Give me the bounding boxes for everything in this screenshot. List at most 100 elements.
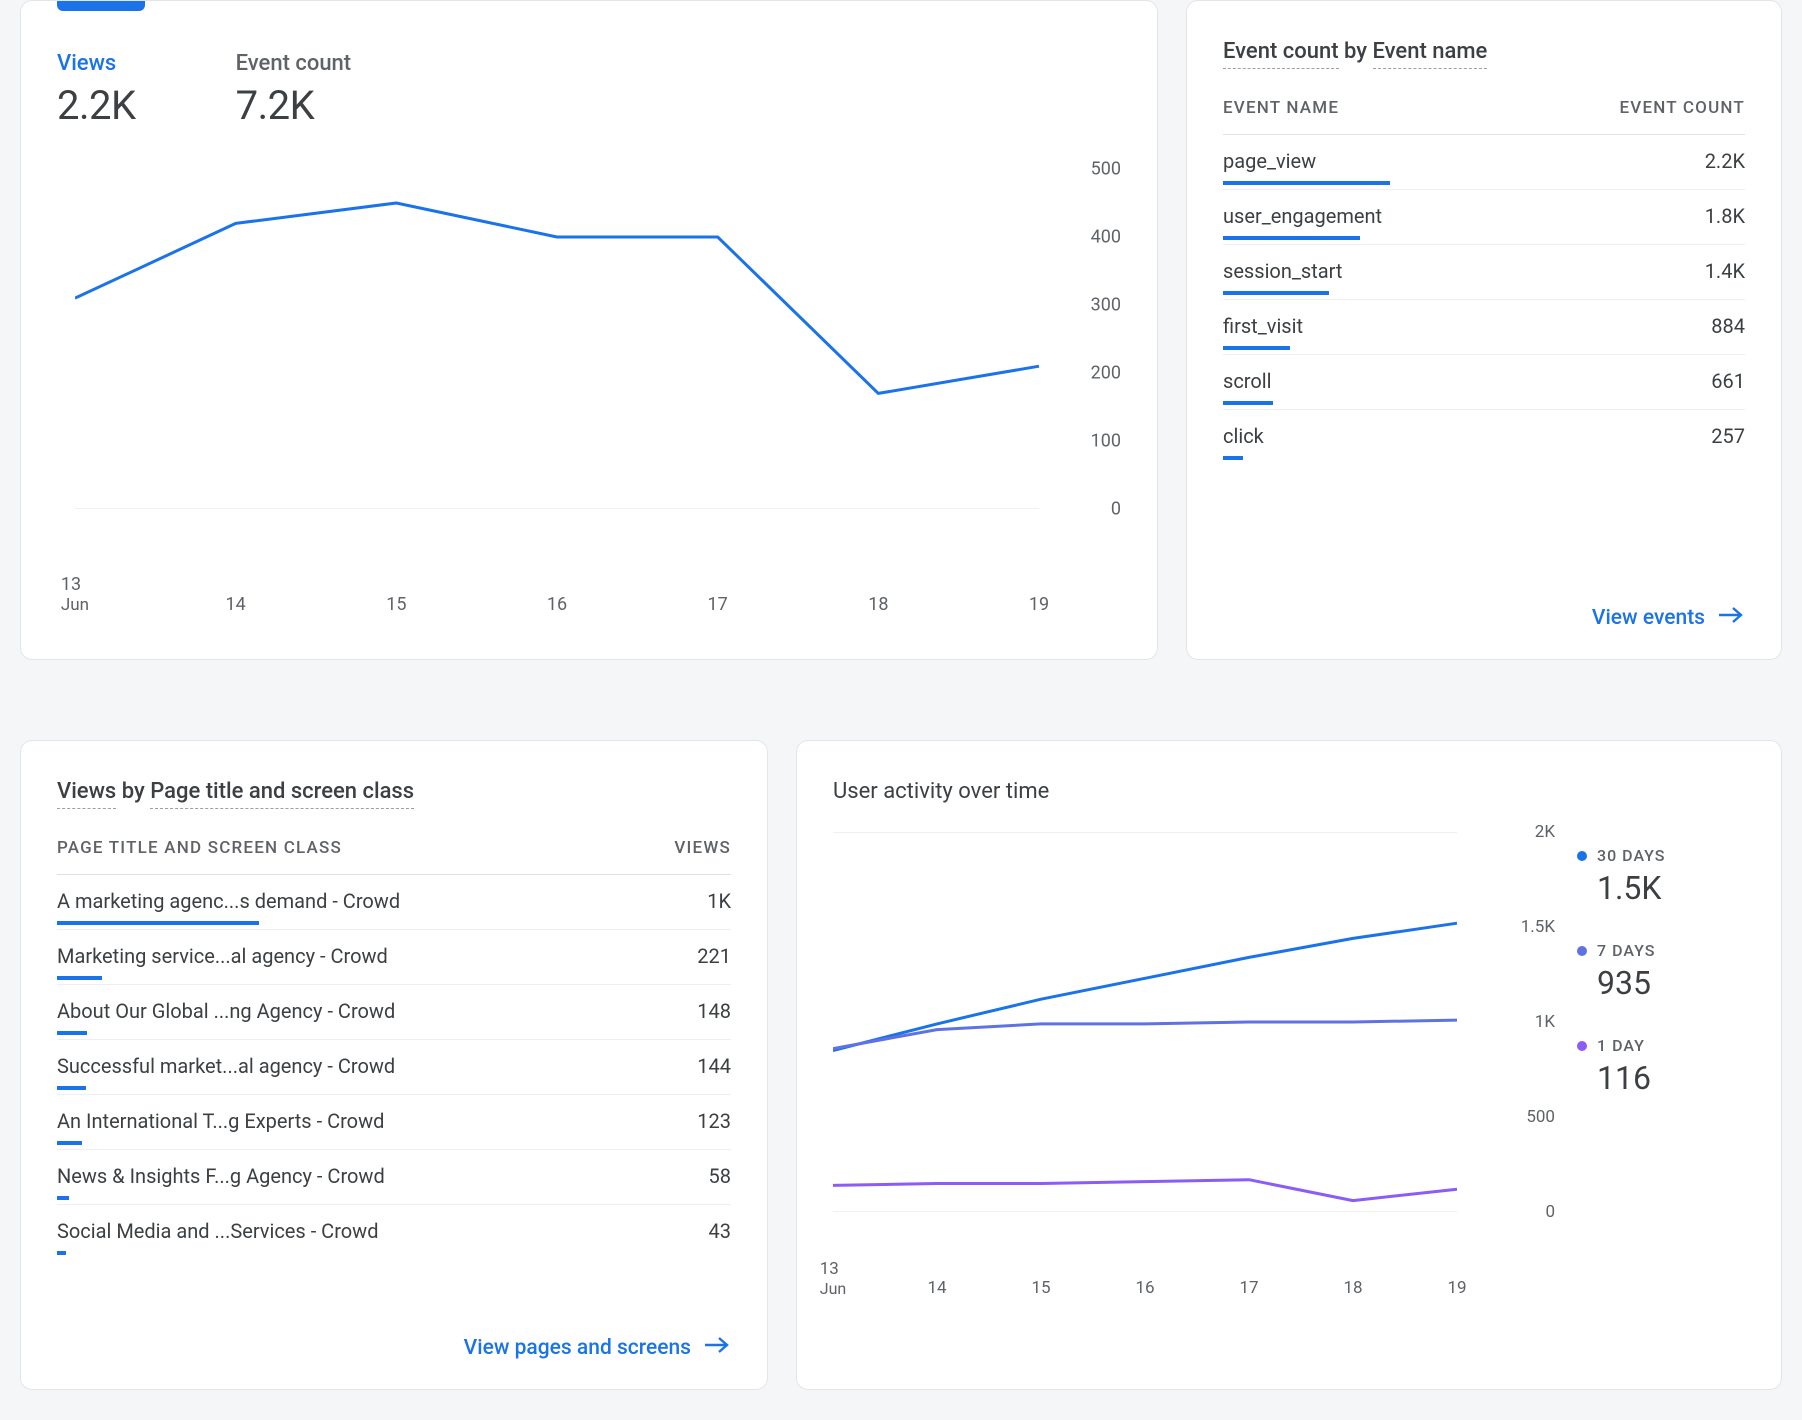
table-row[interactable]: About Our Global ...ng Agency - Crowd148 xyxy=(57,985,731,1040)
x-axis-tick: 19 xyxy=(1447,1278,1466,1298)
row-bar-track xyxy=(1223,401,1745,405)
legend-color-dot xyxy=(1577,1041,1587,1051)
view-events-link[interactable]: View events xyxy=(1592,605,1745,631)
events-table-card: Event count by Event name EVENT NAME EVE… xyxy=(1186,0,1782,660)
row-bar xyxy=(1223,456,1243,460)
table-body: A marketing agenc...s demand - Crowd 1K Ma… xyxy=(57,875,731,1259)
x-axis-tick: 14 xyxy=(927,1278,946,1298)
row-bar-track xyxy=(57,1086,731,1090)
legend-value: 116 xyxy=(1597,1059,1745,1097)
legend-value: 935 xyxy=(1597,964,1745,1002)
table-row[interactable]: News & Insights F...g Agency - Crowd 58 xyxy=(57,1150,731,1205)
row-name: Social Media and ...Services - Crowd xyxy=(57,1219,379,1243)
legend-value: 1.5K xyxy=(1597,869,1745,907)
row-bar xyxy=(1223,291,1329,295)
row-bar xyxy=(1223,181,1390,185)
table-row[interactable]: scroll 661 xyxy=(1223,355,1745,410)
scorecard-label: Views xyxy=(57,51,136,76)
row-name: A marketing agenc...s demand - Crowd xyxy=(57,889,400,913)
row-value: 123 xyxy=(697,1109,731,1133)
views-line-chart: 010020030040050013Jun141516171819 xyxy=(75,169,1111,579)
row-name: News & Insights F...g Agency - Crowd xyxy=(57,1164,385,1188)
row-bar-track xyxy=(1223,456,1745,460)
x-axis-tick: 13Jun xyxy=(61,574,89,615)
legend-item: 1 DAY 116 xyxy=(1577,1036,1745,1097)
row-name: Marketing service...al agency - Crowd xyxy=(57,944,388,968)
arrow-right-icon xyxy=(703,1335,731,1361)
row-bar xyxy=(57,1251,66,1255)
row-bar-track xyxy=(57,1031,731,1035)
metric-name: Views xyxy=(57,779,116,809)
table-row[interactable]: user_engagement1.8K xyxy=(1223,190,1745,245)
pages-table-card: Views by Page title and screen class PAG… xyxy=(20,740,768,1390)
view-pages-link[interactable]: View pages and screens xyxy=(464,1335,731,1361)
row-value: 1K xyxy=(707,889,731,913)
row-bar xyxy=(57,976,102,980)
col-header-value: EVENT COUNT xyxy=(1619,98,1745,118)
metric-name: Event count xyxy=(1223,39,1339,69)
col-header-name: EVENT NAME xyxy=(1223,98,1339,118)
legend-item: 30 DAYS 1.5K xyxy=(1577,846,1745,907)
row-bar-track xyxy=(57,921,731,925)
scorecards: Views 2.2K Event count 7.2K xyxy=(57,51,1121,129)
x-axis-tick: 18 xyxy=(868,594,888,615)
x-axis-tick: 17 xyxy=(1239,1278,1258,1298)
row-value: 43 xyxy=(709,1219,731,1243)
scorecard-views[interactable]: Views 2.2K xyxy=(57,51,136,129)
scorecard-value: 7.2K xyxy=(236,82,352,129)
row-bar-track xyxy=(57,1251,731,1255)
row-bar-track xyxy=(57,1196,731,1200)
table-row[interactable]: first_visit884 xyxy=(1223,300,1745,355)
table-row[interactable]: session_start1.4K xyxy=(1223,245,1745,300)
x-axis-tick: 16 xyxy=(1135,1278,1154,1298)
legend-item: 7 DAYS935 xyxy=(1577,941,1745,1002)
table-row[interactable]: Marketing service...al agency - Crowd 221 xyxy=(57,930,731,985)
table-header: EVENT NAME EVENT COUNT xyxy=(1223,98,1745,135)
y-axis-tick: 0 xyxy=(1111,499,1121,520)
row-value: 257 xyxy=(1711,424,1745,448)
dimension-name: Page title and screen class xyxy=(150,779,414,809)
x-axis-tick: 18 xyxy=(1343,1278,1362,1298)
row-bar xyxy=(57,921,259,925)
row-bar-track xyxy=(1223,181,1745,185)
row-value: 58 xyxy=(709,1164,731,1188)
row-value: 144 xyxy=(697,1054,731,1078)
legend-color-dot xyxy=(1577,851,1587,861)
row-bar-track xyxy=(1223,346,1745,350)
table-row[interactable]: page_view2.2K xyxy=(1223,135,1745,190)
card-title: User activity over time xyxy=(833,779,1745,804)
table-body: page_view2.2Kuser_engagement1.8Ksession_… xyxy=(1223,135,1745,464)
x-axis-tick: 19 xyxy=(1029,594,1049,615)
y-axis-tick: 400 xyxy=(1091,227,1121,248)
row-value: 148 xyxy=(697,999,731,1023)
row-bar-track xyxy=(1223,291,1745,295)
table-row[interactable]: Successful market...al agency - Crowd 144 xyxy=(57,1040,731,1095)
row-name: click xyxy=(1223,424,1264,448)
row-value: 221 xyxy=(697,944,731,968)
row-value: 661 xyxy=(1711,369,1745,393)
row-name: An International T...g Experts - Crowd xyxy=(57,1109,384,1133)
table-row[interactable]: An International T...g Experts - Crowd 12… xyxy=(57,1095,731,1150)
y-axis-tick: 2K xyxy=(1535,822,1555,842)
row-bar xyxy=(57,1086,86,1090)
row-value: 1.4K xyxy=(1705,259,1745,283)
scorecard-event-count[interactable]: Event count 7.2K xyxy=(236,51,352,129)
legend-label: 30 DAYS xyxy=(1597,846,1666,865)
row-name: scroll xyxy=(1223,369,1272,393)
row-value: 1.8K xyxy=(1705,204,1745,228)
row-bar xyxy=(57,1031,87,1035)
table-row[interactable]: click 257 xyxy=(1223,410,1745,464)
x-axis-tick: 14 xyxy=(226,594,246,615)
row-value: 2.2K xyxy=(1705,149,1745,173)
x-axis-tick: 13Jun xyxy=(820,1259,846,1298)
link-label: View pages and screens xyxy=(464,1336,691,1360)
y-axis-tick: 0 xyxy=(1545,1202,1555,1222)
y-axis-tick: 1K xyxy=(1535,1012,1555,1032)
legend-label: 1 DAY xyxy=(1597,1036,1645,1055)
table-row[interactable]: Social Media and ...Services - Crowd 43 xyxy=(57,1205,731,1259)
row-bar xyxy=(1223,401,1273,405)
row-name: Successful market...al agency - Crowd xyxy=(57,1054,395,1078)
table-row[interactable]: A marketing agenc...s demand - Crowd 1K xyxy=(57,875,731,930)
row-bar xyxy=(1223,346,1290,350)
user-activity-card: User activity over time 05001K1.5K2K13Ju… xyxy=(796,740,1782,1390)
